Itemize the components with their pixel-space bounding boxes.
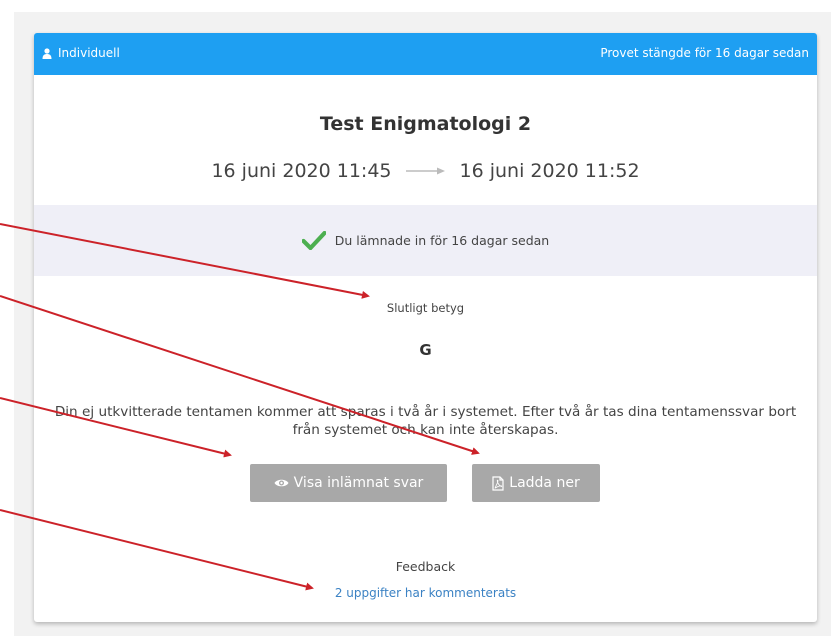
- start-time: 16 juni 2020 11:45: [211, 160, 392, 182]
- card-header: Individuell Provet stängde för 16 dagar …: [34, 33, 817, 75]
- checkmark-icon: [301, 231, 326, 250]
- download-button[interactable]: Ladda ner: [472, 464, 600, 502]
- view-submission-button[interactable]: Visa inlämnat svar: [250, 464, 447, 502]
- arrow-right-icon: [405, 167, 445, 175]
- exam-time-range: 16 juni 2020 11:45 16 juni 2020 11:52: [34, 160, 817, 182]
- submission-status: Du lämnade in för 16 dagar sedan: [34, 205, 817, 276]
- exam-title: Test Enigmatologi 2: [319, 113, 532, 135]
- storage-notice-line-2: från systemet och kan inte återskapas.: [292, 422, 559, 438]
- exam-mode: Individuell: [42, 46, 120, 60]
- user-icon: [42, 47, 52, 59]
- feedback-link[interactable]: 2 uppgifter har kommenterats: [34, 586, 817, 600]
- storage-notice-line-1: Din ej utkvitterade tentamen kommer att …: [54, 404, 797, 420]
- download-label: Ladda ner: [509, 475, 580, 491]
- exam-mode-label: Individuell: [58, 46, 120, 60]
- grade-value: G: [419, 341, 432, 359]
- pdf-file-icon: [492, 475, 504, 491]
- closed-status: Provet stängde för 16 dagar sedan: [600, 46, 809, 60]
- end-time: 16 juni 2020 11:52: [459, 160, 640, 182]
- feedback-label: Feedback: [395, 559, 456, 574]
- submission-status-text: Du lämnade in för 16 dagar sedan: [334, 233, 550, 248]
- view-submission-label: Visa inlämnat svar: [293, 475, 424, 491]
- storage-notice: Din ej utkvitterade tentamen kommer att …: [0, 403, 831, 439]
- exam-result-card: Individuell Provet stängde för 16 dagar …: [34, 33, 817, 622]
- grade-label: Slutligt betyg: [386, 301, 465, 315]
- eye-icon: [274, 479, 289, 487]
